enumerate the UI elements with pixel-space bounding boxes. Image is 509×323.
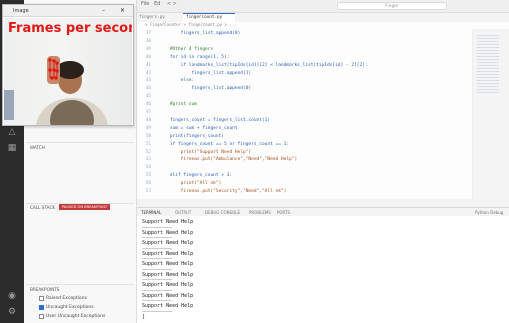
watch-header[interactable]: WATCH bbox=[30, 145, 45, 150]
code-line[interactable]: print("All ok") bbox=[159, 181, 222, 186]
terminal-output[interactable]: Support Need Help Support Need Help Suppor… bbox=[137, 216, 509, 323]
line-number: 39 bbox=[145, 46, 151, 52]
line-number: 53 bbox=[145, 157, 151, 163]
breadcrumb-path[interactable]: > FingerCounter > fingercount.py > ... bbox=[145, 22, 237, 27]
line-number: 47 bbox=[145, 110, 151, 115]
line-number: 55 bbox=[145, 173, 151, 179]
tab-problems[interactable]: PROBLEMS bbox=[249, 210, 271, 215]
terminal-line: Support Need Help bbox=[142, 229, 194, 236]
terminal-line: Support Need Help bbox=[142, 303, 194, 309]
line-number: 41 bbox=[145, 62, 151, 68]
code-editor[interactable]: 37 fingers_list.append(0) 38 39 #Other 4 f… bbox=[137, 29, 509, 199]
minimize-icon[interactable]: – bbox=[102, 7, 105, 14]
output-separator bbox=[142, 226, 172, 228]
line-number: 51 bbox=[145, 141, 151, 147]
file-tabs: fingers.py fingercount.py bbox=[137, 13, 509, 22]
output-separator bbox=[142, 300, 172, 301]
terminal-line: Support Need Help bbox=[142, 240, 194, 246]
line-number: 48 bbox=[145, 117, 151, 123]
code-line[interactable]: fingers_count = fingers_list.count(1) bbox=[159, 118, 270, 123]
line-number: 44 bbox=[145, 86, 151, 92]
output-separator bbox=[142, 289, 172, 291]
terminal-line: Support Need Help bbox=[142, 250, 194, 257]
tab-fingercount-active[interactable]: fingercount.py bbox=[183, 13, 235, 22]
tab-ports[interactable]: PORTS bbox=[277, 210, 290, 215]
terminal-profile[interactable]: Python Debug bbox=[475, 210, 503, 215]
line-number: 43 bbox=[145, 78, 151, 84]
output-separator bbox=[142, 268, 172, 270]
line-number: 37 bbox=[145, 31, 151, 36]
code-line[interactable]: print(fingers_count) bbox=[159, 134, 224, 139]
code-line[interactable]: if fingers_count == 5 or fingers_count =… bbox=[159, 142, 289, 147]
person-image bbox=[4, 56, 108, 125]
extensions-icon[interactable]: ▦ bbox=[5, 142, 19, 154]
paused-badge: PAUSED ON BREAKPOINT bbox=[59, 204, 111, 210]
tab-fingers[interactable]: fingers.py bbox=[139, 14, 179, 22]
tab-terminal[interactable]: TERMINAL bbox=[141, 210, 161, 215]
callstack-header[interactable]: CALL STACK bbox=[30, 205, 55, 210]
code-line[interactable]: #print sum bbox=[159, 102, 197, 107]
close-icon[interactable]: ✕ bbox=[120, 7, 125, 14]
line-number: 57 bbox=[145, 189, 151, 194]
line-number: 56 bbox=[145, 181, 151, 187]
image-preview-window[interactable]: Image – ✕ Frames per second bbox=[2, 4, 134, 126]
tab-output[interactable]: OUTPUT bbox=[175, 210, 191, 215]
output-separator bbox=[142, 310, 172, 312]
terminal-line: Support Need Help bbox=[142, 282, 194, 288]
image-window-titlebar[interactable]: Image – ✕ bbox=[3, 5, 133, 17]
menu-text[interactable]: File Ed < > bbox=[141, 1, 177, 7]
line-number: 52 bbox=[145, 149, 151, 155]
raised-exceptions-checkbox[interactable] bbox=[39, 296, 44, 301]
minimap[interactable] bbox=[472, 29, 509, 199]
terminal-line: Support Need Help bbox=[142, 261, 194, 267]
terminal-line: Support Need Help bbox=[142, 292, 194, 299]
webcam-frame: Frames per second bbox=[4, 18, 132, 125]
terminal-line: Support Need Help bbox=[142, 271, 194, 278]
breadcrumb: > FingerCounter > fingercount.py > ... bbox=[137, 22, 509, 29]
breakpoints-header[interactable]: BREAKPOINTS bbox=[30, 287, 59, 292]
command-center-search[interactable]: Finger bbox=[337, 2, 447, 10]
account-icon[interactable]: ◉ bbox=[5, 290, 19, 302]
tab-debug-console[interactable]: DEBUG CONSOLE bbox=[205, 210, 240, 215]
code-line[interactable]: #Other 4 fingers bbox=[159, 47, 213, 52]
code-line[interactable]: fireeas.put("Security","Need","All ok") bbox=[159, 189, 287, 194]
code-line[interactable]: for id in range(1, 5): bbox=[159, 55, 230, 60]
line-number: 40 bbox=[145, 54, 151, 60]
line-number: 54 bbox=[145, 165, 151, 171]
output-separator bbox=[142, 237, 172, 238]
user-uncaught-checkbox[interactable] bbox=[39, 314, 44, 319]
run-debug-icon[interactable]: △ bbox=[5, 126, 19, 138]
code-line[interactable]: fingers_list.append(0) bbox=[159, 86, 252, 91]
code-line[interactable]: print("Support Need Help") bbox=[159, 150, 251, 155]
line-number: 42 bbox=[145, 70, 151, 76]
code-line[interactable]: elif fingers_count > 3: bbox=[159, 173, 232, 178]
editor-tab-bar: File Ed < > Finger bbox=[137, 0, 509, 13]
terminal-line: Support Need Help bbox=[142, 219, 194, 225]
code-line[interactable]: fingers_list.append(0) bbox=[159, 31, 241, 36]
code-line[interactable]: fireeas.put("Ambulance","Need","Need Hel… bbox=[159, 157, 298, 162]
output-separator bbox=[142, 279, 172, 280]
uncaught-exceptions-checkbox[interactable] bbox=[39, 305, 44, 310]
line-number: 50 bbox=[145, 133, 151, 139]
code-line[interactable]: fingers_list.append(1) bbox=[159, 71, 252, 76]
line-number: 38 bbox=[145, 38, 151, 44]
line-number: 46 bbox=[145, 102, 151, 108]
breakpoint-label: Raised Exceptions bbox=[46, 296, 87, 301]
panel-tabs: TERMINAL OUTPUT DEBUG CONSOLE PROBLEMS P… bbox=[137, 207, 509, 216]
breakpoint-label: Uncaught Exceptions bbox=[46, 305, 94, 310]
code-line[interactable]: else: bbox=[159, 78, 195, 83]
settings-gear-icon[interactable]: ⚙ bbox=[5, 306, 19, 318]
code-line[interactable]: if landmarks_list[tipIds[id]][2] < landm… bbox=[159, 63, 368, 68]
terminal-prompt[interactable]: [ bbox=[142, 314, 145, 320]
output-separator bbox=[142, 247, 172, 249]
line-number: 49 bbox=[145, 125, 151, 131]
image-window-title: Image bbox=[13, 8, 29, 14]
breakpoint-label: User Uncaught Exceptions bbox=[46, 314, 106, 319]
line-number: 45 bbox=[145, 94, 151, 100]
code-line[interactable]: sum = sum + fingers_count bbox=[159, 126, 238, 131]
output-separator bbox=[142, 258, 172, 259]
